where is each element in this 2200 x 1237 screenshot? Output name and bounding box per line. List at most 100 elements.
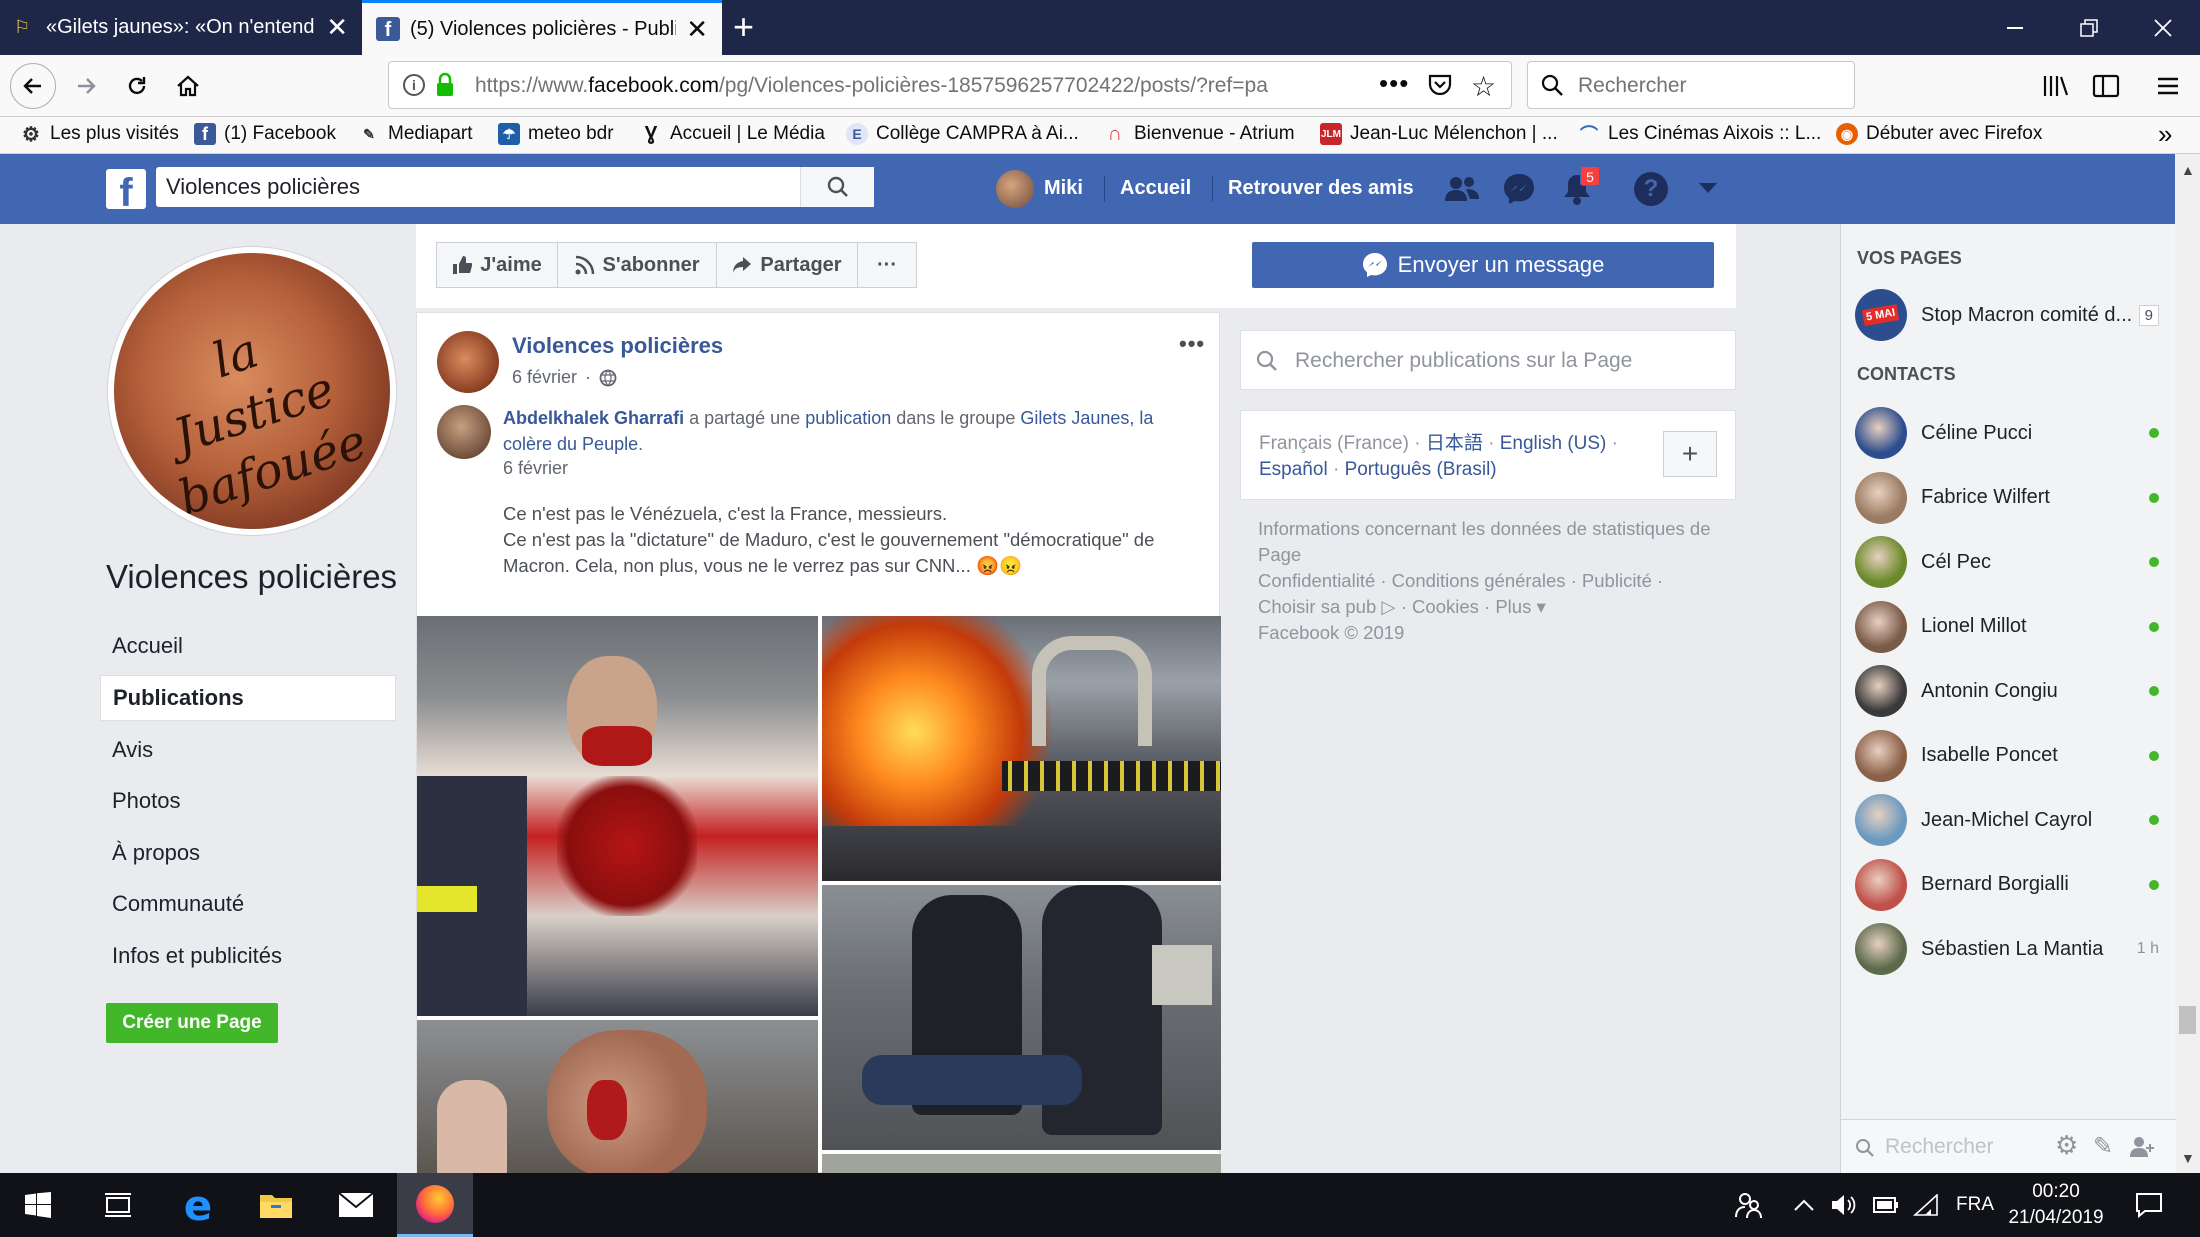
chat-search-bar[interactable]: Rechercher ⚙ ✎ — [1841, 1119, 2176, 1173]
bookmark-item[interactable]: ☂ meteo bdr — [498, 123, 614, 145]
pocket-icon[interactable] — [1427, 72, 1453, 98]
nav-home[interactable]: Accueil — [100, 623, 396, 669]
sharer-avatar[interactable] — [437, 405, 491, 459]
back-button[interactable] — [10, 63, 56, 109]
facebook-logo-icon[interactable]: f — [106, 169, 146, 209]
post-date[interactable]: 6 février · — [512, 367, 617, 388]
footer-legal-links[interactable]: Confidentialité · Conditions générales ·… — [1258, 568, 1718, 594]
shared-date[interactable]: 6 février — [503, 458, 568, 479]
contact-item[interactable]: Lionel Millot — [1855, 598, 2165, 656]
user-avatar[interactable] — [996, 170, 1034, 208]
task-view-icon[interactable] — [80, 1173, 156, 1237]
bookmark-item[interactable]: Ɣ Accueil | Le Média — [640, 123, 825, 145]
new-message-icon[interactable]: ✎ — [2093, 1132, 2113, 1161]
nav-info-ads[interactable]: Infos et publicités — [100, 933, 396, 979]
action-center-icon[interactable] — [2124, 1173, 2174, 1237]
forward-button[interactable] — [66, 66, 106, 106]
add-language-button[interactable]: + — [1663, 431, 1717, 477]
clock[interactable]: 00:20 21/04/2019 — [2004, 1179, 2108, 1231]
menu-icon[interactable] — [2148, 66, 2188, 106]
scroll-thumb[interactable] — [2179, 1006, 2196, 1034]
page-post-search[interactable]: Rechercher publications sur la Page — [1240, 330, 1736, 390]
fb-search-button[interactable] — [800, 167, 874, 207]
sidebar-icon[interactable] — [2086, 66, 2126, 106]
messenger-icon[interactable] — [1502, 172, 1536, 206]
fb-search-input[interactable] — [166, 167, 806, 207]
post-photo-2[interactable] — [822, 616, 1221, 881]
lang-japanese[interactable]: 日本語 — [1426, 433, 1483, 454]
shared-post-link[interactable]: publication — [805, 408, 891, 428]
contact-item[interactable]: Sébastien La Mantia 1 h — [1855, 920, 2165, 978]
create-group-icon[interactable] — [2129, 1136, 2157, 1158]
contact-item[interactable]: Cél Pec — [1855, 533, 2165, 591]
post-photo-1[interactable] — [417, 616, 818, 1016]
scroll-up-icon[interactable]: ▲ — [2181, 162, 2195, 178]
reload-button[interactable] — [117, 66, 157, 106]
find-friends-link[interactable]: Retrouver des amis — [1228, 177, 1414, 200]
volume-icon[interactable] — [1826, 1173, 1862, 1237]
page-scrollbar[interactable]: ▲ ▼ — [2175, 154, 2200, 1173]
footer-stats-link[interactable]: Informations concernant les données de s… — [1258, 516, 1718, 568]
nav-publications[interactable]: Publications — [100, 675, 396, 721]
user-name-link[interactable]: Miki — [1044, 177, 1083, 200]
friend-requests-icon[interactable] — [1444, 174, 1480, 204]
file-explorer-icon[interactable] — [238, 1173, 314, 1237]
bookmark-item[interactable]: ◉ Débuter avec Firefox — [1836, 123, 2042, 145]
home-link[interactable]: Accueil — [1120, 177, 1191, 200]
bookmark-item[interactable]: ⚙ Les plus visités — [20, 123, 179, 146]
nav-about[interactable]: À propos — [100, 830, 396, 876]
page-profile-picture[interactable]: la Justice bafouée — [108, 247, 396, 535]
bookmarks-overflow-icon[interactable]: » — [2158, 119, 2172, 150]
nav-reviews[interactable]: Avis — [100, 727, 396, 773]
bookmark-star-icon[interactable]: ☆ — [1471, 70, 1496, 103]
post-page-avatar[interactable] — [437, 331, 499, 393]
like-page-button[interactable]: J'aime — [436, 242, 558, 288]
browser-tab-2[interactable]: f (5) Violences policières - Public ✕ — [362, 0, 722, 55]
sharer-name[interactable]: Abdelkhalek Gharrafi — [503, 408, 684, 428]
start-button[interactable] — [0, 1173, 76, 1237]
battery-icon[interactable] — [1868, 1173, 1904, 1237]
info-icon[interactable]: i — [403, 74, 425, 96]
tab-close-icon[interactable]: ✕ — [326, 12, 348, 43]
lang-portuguese[interactable]: Português (Brasil) — [1345, 459, 1497, 480]
library-icon[interactable] — [2036, 66, 2076, 106]
footer-adchoices-links[interactable]: Choisir sa pub ▷ · Cookies · Plus ▾ — [1258, 594, 1718, 620]
follow-page-button[interactable]: S'abonner — [557, 242, 717, 288]
firefox-taskbar-icon[interactable] — [397, 1173, 473, 1237]
post-page-name[interactable]: Violences policières — [512, 333, 723, 359]
chat-settings-icon[interactable]: ⚙ — [2055, 1130, 2078, 1161]
contact-item[interactable]: Isabelle Poncet — [1855, 727, 2165, 785]
post-photo-3[interactable] — [417, 1020, 818, 1174]
browser-search-bar[interactable]: Rechercher — [1527, 61, 1855, 109]
lang-spanish[interactable]: Español — [1259, 459, 1328, 480]
new-tab-icon[interactable]: + — [733, 6, 754, 48]
contact-item[interactable]: Bernard Borgialli — [1855, 856, 2165, 914]
language-indicator[interactable]: FRA — [1950, 1173, 2000, 1237]
bookmark-item[interactable]: E Collège CAMPRA à Ai... — [846, 123, 1079, 145]
tab-close-icon[interactable]: ✕ — [686, 14, 708, 45]
people-icon[interactable] — [1726, 1173, 1772, 1237]
account-menu-icon[interactable] — [1698, 182, 1718, 194]
contact-item[interactable]: Fabrice Wilfert — [1855, 469, 2165, 527]
share-page-button[interactable]: Partager — [716, 242, 858, 288]
fb-search-bar[interactable] — [156, 167, 874, 207]
help-icon[interactable]: ? — [1634, 172, 1668, 206]
post-photo-5[interactable] — [822, 1154, 1221, 1174]
bookmark-item[interactable]: f (1) Facebook — [194, 123, 336, 145]
mail-icon[interactable] — [318, 1173, 394, 1237]
browser-tab-1[interactable]: ⚐ «Gilets jaunes»: «On n'entend p ✕ — [0, 0, 362, 55]
create-page-button[interactable]: Créer une Page — [106, 1003, 278, 1043]
bookmark-item[interactable]: ∩ Bienvenue - Atrium — [1104, 123, 1295, 145]
edge-icon[interactable]: e — [160, 1173, 236, 1237]
minimize-icon[interactable] — [1978, 0, 2052, 55]
contact-item[interactable]: Antonin Congiu — [1855, 662, 2165, 720]
page-shortcut[interactable]: 5 MAI Stop Macron comité d... 9 — [1855, 286, 2165, 344]
post-options-icon[interactable]: ••• — [1179, 331, 1205, 357]
home-button[interactable] — [168, 66, 208, 106]
url-bar[interactable]: i https://www.facebook.com/pg/Violences-… — [388, 61, 1512, 109]
restore-icon[interactable] — [2052, 0, 2126, 55]
post-photo-4[interactable] — [822, 885, 1221, 1150]
lang-english[interactable]: English (US) — [1500, 433, 1607, 454]
bookmark-item[interactable]: JLM Jean-Luc Mélenchon | ... — [1320, 123, 1558, 145]
tray-expand-icon[interactable] — [1786, 1173, 1822, 1237]
